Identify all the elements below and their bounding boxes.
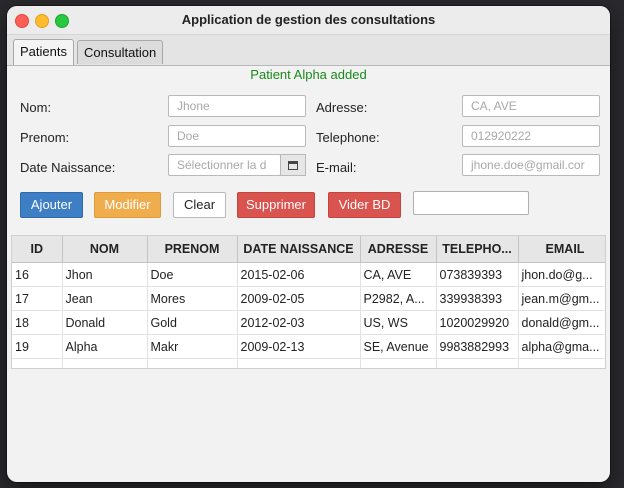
cell-email: donald@gm... (518, 310, 605, 335)
cell-email: jean.m@gm... (518, 286, 605, 311)
cell-id: 17 (12, 286, 63, 311)
nom-label: Nom: (20, 100, 52, 115)
cell-telephone: 073839393 (436, 262, 519, 287)
supprimer-button[interactable]: Supprimer (237, 192, 315, 218)
table-row-empty (12, 358, 605, 368)
column-header-email[interactable]: EMAIL (518, 236, 605, 263)
calendar-icon (288, 160, 298, 170)
column-header-nom[interactable]: NOM (62, 236, 148, 263)
adresse-field[interactable]: CA, AVE (462, 95, 600, 117)
email-label: E-mail: (316, 160, 357, 175)
cell-nom: Jean (62, 286, 148, 311)
table-row[interactable]: 17 Jean Mores 2009-02-05 P2982, A... 339… (12, 286, 605, 311)
cell-adresse: SE, Avenue (360, 334, 437, 359)
modifier-button[interactable]: Modifier (94, 192, 161, 218)
telephone-field[interactable]: 012920222 (462, 125, 600, 147)
table-header: ID NOM PRENOM DATE NAISSANCE ADRESSE TEL… (12, 236, 605, 263)
vider-bd-button[interactable]: Vider BD (328, 192, 401, 218)
date-picker-button[interactable] (280, 154, 306, 176)
table-row[interactable]: 19 Alpha Makr 2009-02-13 SE, Avenue 9983… (12, 334, 605, 359)
cell-telephone: 1020029920 (436, 310, 519, 335)
cell-date-naissance: 2012-02-03 (237, 310, 361, 335)
column-header-telephone[interactable]: TELEPHO... (436, 236, 519, 263)
tab-consultation[interactable]: Consultation (77, 40, 164, 64)
date-naissance-label: Date Naissance: (20, 160, 116, 175)
cell-nom: Alpha (62, 334, 148, 359)
cell-id: 19 (12, 334, 63, 359)
cell-date-naissance: 2009-02-05 (237, 286, 361, 311)
cell-email: alpha@gma... (518, 334, 605, 359)
adresse-label: Adresse: (316, 100, 368, 115)
nom-field[interactable]: Jhone (168, 95, 306, 117)
cell-email: jhon.do@g... (518, 262, 605, 287)
column-header-prenom[interactable]: PRENOM (147, 236, 238, 263)
prenom-label: Prenom: (20, 130, 70, 145)
window-title: Application de gestion des consultations (181, 12, 436, 27)
clear-button[interactable]: Clear (173, 192, 226, 218)
cell-prenom: Doe (147, 262, 238, 287)
vider-bd-input[interactable] (413, 191, 529, 215)
cell-telephone: 339938393 (436, 286, 519, 311)
cell-nom: Jhon (62, 262, 148, 287)
cell-nom: Donald (62, 310, 148, 335)
table-row[interactable]: 18 Donald Gold 2012-02-03 US, WS 1020029… (12, 310, 605, 335)
cell-telephone: 9983882993 (436, 334, 519, 359)
column-header-date-naissance[interactable]: DATE NAISSANCE (237, 236, 361, 263)
cell-id: 16 (12, 262, 63, 287)
cell-adresse: CA, AVE (360, 262, 437, 287)
cell-adresse: US, WS (360, 310, 437, 335)
date-naissance-field[interactable]: Sélectionner la d (168, 154, 281, 176)
prenom-field[interactable]: Doe (168, 125, 306, 147)
cell-prenom: Makr (147, 334, 238, 359)
cell-prenom: Mores (147, 286, 238, 311)
table-row[interactable]: 16 Jhon Doe 2015-02-06 CA, AVE 073839393… (12, 262, 605, 287)
telephone-label: Telephone: (316, 130, 380, 145)
app-window: Application de gestion des consultations… (7, 6, 610, 482)
ajouter-button[interactable]: Ajouter (20, 192, 83, 218)
column-header-id[interactable]: ID (12, 236, 63, 263)
cell-date-naissance: 2015-02-06 (237, 262, 361, 287)
tab-patients[interactable]: Patients (13, 39, 74, 65)
cell-id: 18 (12, 310, 63, 335)
cell-adresse: P2982, A... (360, 286, 437, 311)
status-message: Patient Alpha added (250, 67, 367, 82)
title-bar: Application de gestion des consultations (7, 6, 610, 35)
cell-date-naissance: 2009-02-13 (237, 334, 361, 359)
patients-table[interactable]: ID NOM PRENOM DATE NAISSANCE ADRESSE TEL… (11, 235, 606, 369)
email-field[interactable]: jhone.doe@gmail.cor (462, 154, 600, 176)
cell-prenom: Gold (147, 310, 238, 335)
tab-bar: Patients Consultation (7, 35, 610, 66)
column-header-adresse[interactable]: ADRESSE (360, 236, 437, 263)
